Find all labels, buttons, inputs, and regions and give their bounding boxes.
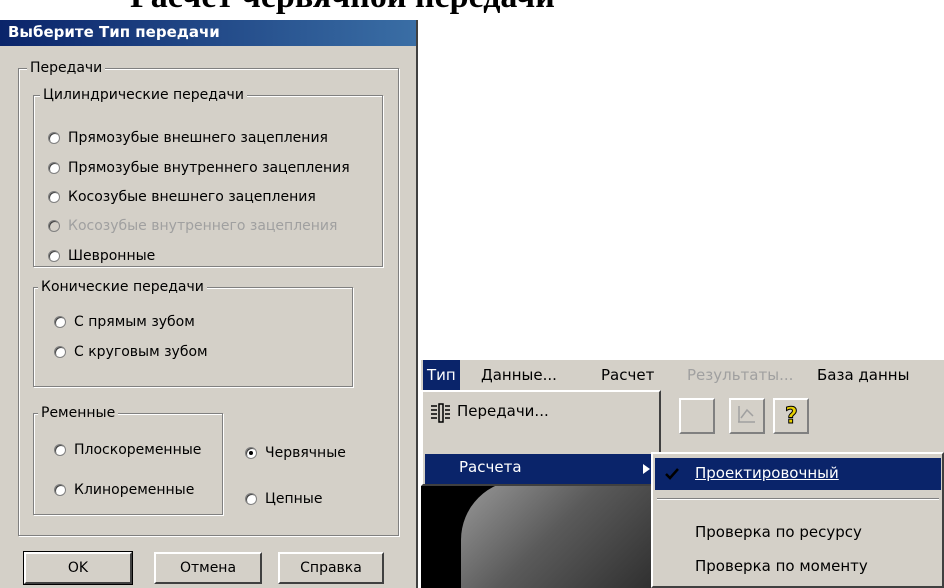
dialog-titlebar: Выберите Тип передачи (0, 20, 416, 46)
radio-circle-icon (48, 220, 60, 232)
submenu-label: Проверка по моменту (695, 557, 868, 575)
cylindrical-group: Цилиндрические передачи Прямозубые внешн… (33, 87, 383, 267)
model-shape (461, 480, 661, 588)
menu-results: Результаты... (687, 366, 794, 384)
radio-circle-icon (48, 191, 60, 203)
radio-label: Шевронные (68, 248, 156, 264)
menu-item-calculations[interactable]: Расчета (425, 454, 657, 484)
radio-flat-belt[interactable]: Плоскоременные (54, 442, 201, 458)
radio-label: С прямым зубом (74, 314, 195, 330)
radio-spur-internal[interactable]: Прямозубые внутреннего зацепления (48, 160, 350, 176)
radio-straight-tooth[interactable]: С прямым зубом (54, 314, 195, 330)
radio-label: Плоскоременные (74, 442, 202, 458)
radio-helical-internal: Косозубые внутреннего зацепления (48, 218, 337, 234)
radio-label: Косозубые внутреннего зацепления (68, 218, 338, 234)
radio-circle-icon (54, 444, 66, 456)
transmissions-group: Передачи Цилиндрические передачи Прямозу… (18, 60, 399, 536)
menu-calculation[interactable]: Расчет (601, 366, 654, 384)
radio-label: Червячные (265, 445, 346, 461)
document-heading: Расчет червячной передачи (130, 0, 555, 16)
radio-circular-tooth[interactable]: С круговым зубом (54, 344, 208, 360)
radio-spur-external[interactable]: Прямозубые внешнего зацепления (48, 130, 328, 146)
menu-item-label: Передачи... (457, 402, 549, 420)
conical-group: Конические передачи С прямым зубом С кру… (33, 279, 353, 387)
submenu-arrow-icon (643, 464, 650, 474)
radio-helical-external[interactable]: Косозубые внешнего зацепления (48, 189, 316, 205)
radio-circle-icon (48, 250, 60, 262)
radio-label: Цепные (265, 491, 323, 507)
submenu-item-torque-check[interactable]: Проверка по моменту (655, 552, 941, 584)
radio-circle-icon (54, 346, 66, 358)
menu-data[interactable]: Данные... (481, 366, 557, 384)
transmission-type-dialog: Выберите Тип передачи Передачи Цилиндрич… (0, 20, 418, 588)
dialog-title: Выберите Тип передачи (8, 23, 220, 41)
toolbar-button[interactable] (679, 398, 715, 434)
radio-v-belt[interactable]: Клиноременные (54, 482, 194, 498)
radio-selected-icon (245, 447, 257, 459)
submenu-label: Проектировочный (691, 461, 843, 485)
radio-herringbone[interactable]: Шевронные (48, 248, 155, 264)
radio-label: Прямозубые внешнего зацепления (68, 130, 328, 146)
radio-worm[interactable]: Червячные (245, 445, 346, 461)
checkmark-icon (665, 468, 679, 480)
menu-type[interactable]: Тип (423, 360, 460, 390)
submenu-item-resource-check[interactable]: Проверка по ресурсу (655, 518, 941, 550)
belt-group: Ременные Плоскоременные Клиноременные (33, 405, 223, 515)
radio-circle-icon (245, 493, 257, 505)
application-window: Тип Данные... Расчет Результаты... База … (421, 360, 944, 588)
radio-circle-icon (54, 484, 66, 496)
gears-icon (431, 403, 450, 423)
transmissions-group-label: Передачи (27, 60, 106, 76)
cylindrical-group-label: Цилиндрические передачи (40, 87, 247, 103)
type-menu-dropdown: Передачи... Расчета (421, 390, 661, 486)
belt-group-label: Ременные (38, 405, 119, 421)
radio-circle-icon (54, 316, 66, 328)
menu-database[interactable]: База данны (817, 366, 909, 384)
conical-group-label: Конические передачи (38, 279, 207, 295)
menu-item-transmissions[interactable]: Передачи... (425, 398, 657, 428)
radio-label: Прямозубые внутреннего зацепления (68, 160, 350, 176)
help-icon[interactable]: ? (773, 398, 809, 434)
radio-circle-icon (48, 162, 60, 174)
help-button[interactable]: Справка (278, 552, 384, 584)
radio-circle-icon (48, 132, 60, 144)
radio-label: Клиноременные (74, 482, 195, 498)
chart-icon[interactable] (729, 398, 765, 434)
menu-item-label: Расчета (459, 458, 522, 476)
ok-button[interactable]: OK (23, 551, 133, 585)
cancel-button[interactable]: Отмена (154, 552, 262, 584)
calculations-submenu: Проектировочный Проверка по ресурсу Пров… (651, 452, 944, 588)
submenu-item-design[interactable]: Проектировочный (655, 458, 941, 490)
menu-bar: Тип Данные... Расчет Результаты... База … (421, 360, 944, 390)
radio-label: С круговым зубом (74, 344, 208, 360)
radio-label: Косозубые внешнего зацепления (68, 189, 316, 205)
radio-chain[interactable]: Цепные (245, 491, 322, 507)
menu-separator (657, 498, 939, 500)
submenu-label: Проверка по ресурсу (695, 523, 862, 541)
svg-text:?: ? (785, 404, 798, 428)
